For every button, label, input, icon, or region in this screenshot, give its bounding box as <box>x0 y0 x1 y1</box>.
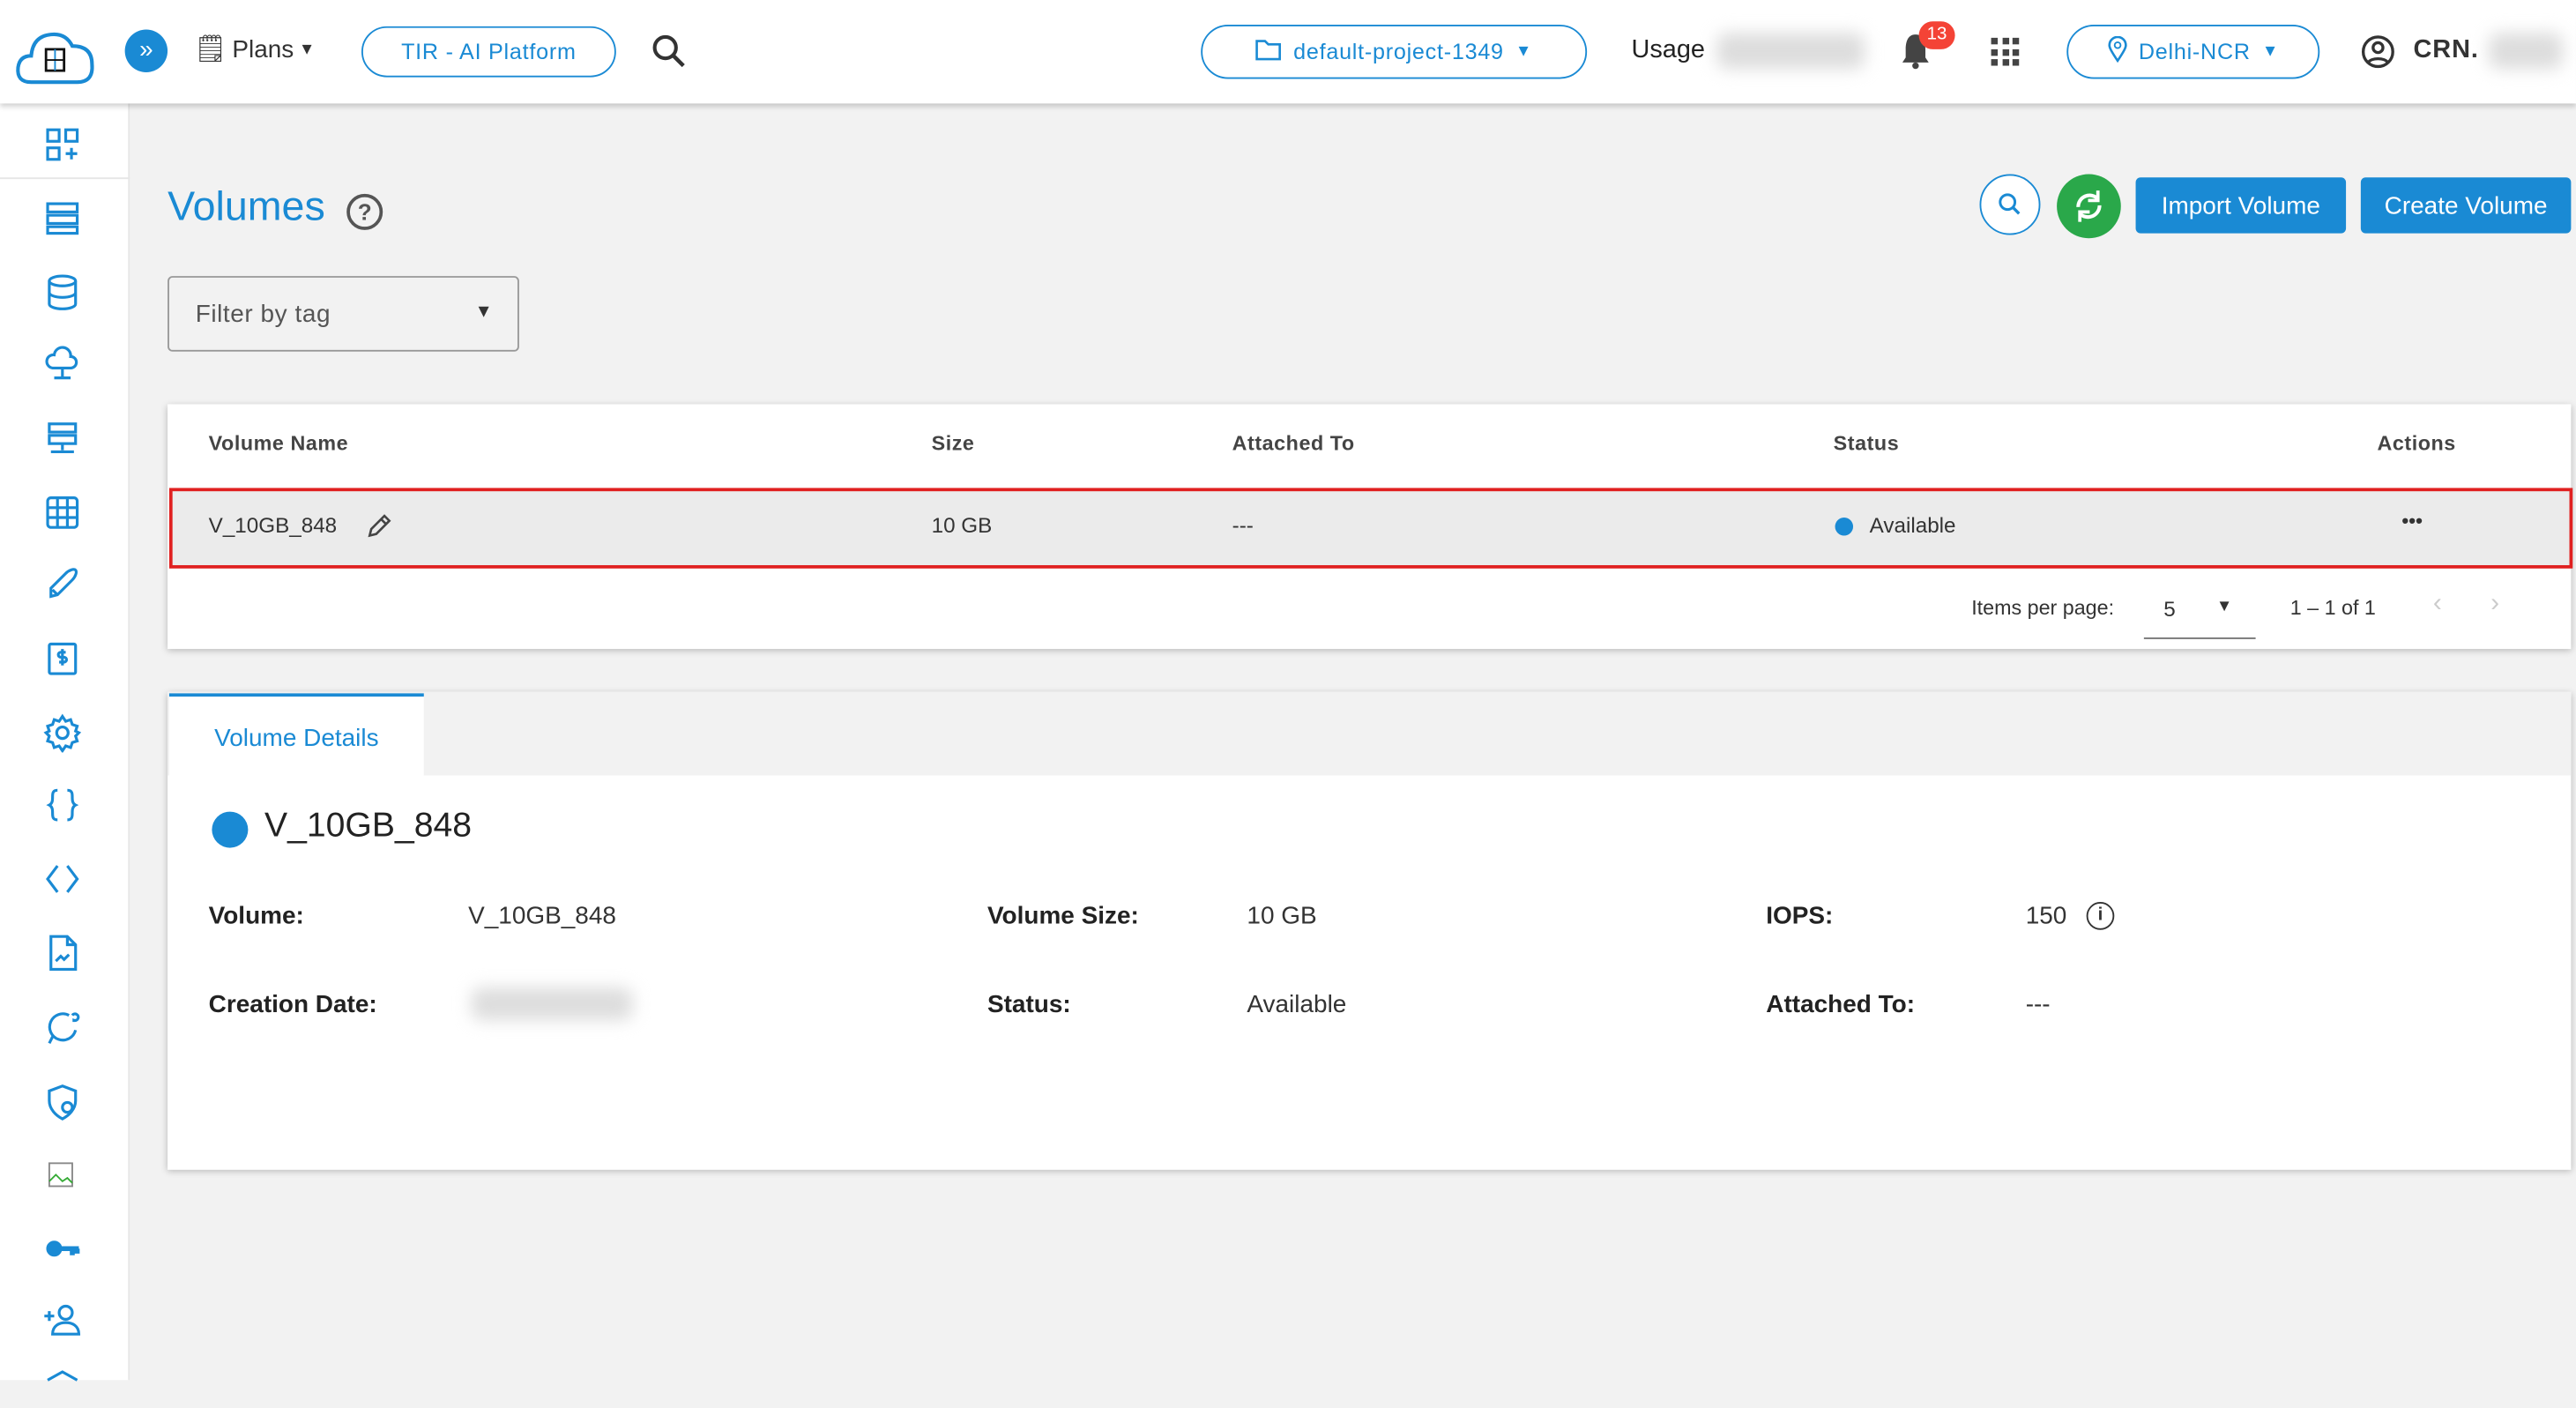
items-per-page-label: Items per page: <box>1971 596 2115 620</box>
volume-label: Volume: <box>208 902 304 930</box>
column-header-volume-name: Volume Name <box>208 432 349 456</box>
tir-platform-button[interactable]: TIR - AI Platform <box>361 26 616 78</box>
dashboard-icon[interactable] <box>42 125 82 165</box>
settings-gear-icon[interactable] <box>42 713 82 754</box>
creation-date-redacted <box>471 987 633 1021</box>
code-icon[interactable] <box>42 860 82 899</box>
sidebar-divider <box>0 177 130 180</box>
attached-to-label: Attached To: <box>1766 990 1916 1019</box>
creation-date-label: Creation Date: <box>208 990 377 1019</box>
search-icon <box>1999 193 2021 215</box>
row-actions-menu-button[interactable]: ••• <box>2401 510 2422 533</box>
user-account-icon[interactable] <box>2361 34 2395 77</box>
iops-value: 150 <box>2025 902 2067 930</box>
location-pin-icon <box>2107 35 2127 67</box>
expand-sidebar-button[interactable]: » <box>124 29 168 72</box>
search-icon[interactable] <box>651 33 687 77</box>
status-value: Available <box>1247 990 1347 1019</box>
page-title: Volumes <box>168 183 325 230</box>
help-icon[interactable]: ? <box>346 193 383 230</box>
attached-to-cell: --- <box>1232 512 1254 538</box>
more-sidebar-icon[interactable] <box>42 1360 82 1400</box>
search-volumes-button[interactable] <box>1979 174 2041 235</box>
filter-by-tag-select[interactable]: Filter by tag ▼ <box>168 276 519 352</box>
status-cell: Available <box>1869 512 1956 538</box>
column-header-status: Status <box>1833 432 1900 456</box>
rocket-icon[interactable] <box>42 565 82 605</box>
plans-menu[interactable]: 🗒 Plans ▼ <box>194 33 315 65</box>
user-name[interactable]: CRN. <box>2413 36 2478 66</box>
security-shield-icon[interactable] <box>42 1083 82 1122</box>
usage-value-redacted <box>1716 33 1865 70</box>
chevron-down-icon: ▼ <box>2261 42 2280 61</box>
add-user-icon[interactable] <box>42 1300 82 1339</box>
tab-volume-details[interactable]: Volume Details <box>168 693 424 778</box>
status-label: Status: <box>986 990 1071 1019</box>
top-header: » 🗒 Plans ▼ TIR - AI Platform default-proj… <box>0 0 2576 104</box>
status-dot <box>212 811 249 848</box>
chevron-down-icon: ▼ <box>474 302 493 323</box>
column-header-attached-to: Attached To <box>1232 432 1355 456</box>
create-volume-button[interactable]: Create Volume <box>2360 177 2572 234</box>
pagination-range: 1 – 1 of 1 <box>2289 596 2376 620</box>
broken-image-icon[interactable] <box>42 1157 82 1196</box>
document-chart-icon[interactable] <box>42 933 82 972</box>
previous-page-button[interactable]: ‹ <box>2433 590 2442 620</box>
volume-name-cell[interactable]: V_10GB_848 <box>209 512 337 537</box>
support-chat-icon[interactable] <box>42 1009 82 1048</box>
status-dot <box>1835 518 1854 536</box>
usage-label[interactable]: Usage <box>1631 36 1705 66</box>
nodes-icon[interactable] <box>42 198 82 238</box>
details-tab-bar <box>168 691 2572 776</box>
project-selector[interactable]: default-project-1349 ▼ <box>1201 24 1588 79</box>
next-page-button[interactable]: › <box>2490 590 2499 620</box>
size-cell: 10 GB <box>931 512 993 538</box>
details-title: V_10GB_848 <box>264 806 473 845</box>
volume-size-value: 10 GB <box>1247 902 1317 930</box>
import-volume-button[interactable]: Import Volume <box>2135 177 2347 234</box>
chevron-down-icon: ▼ <box>298 40 316 59</box>
database-icon[interactable] <box>42 272 82 312</box>
items-per-page-select[interactable]: 5 ▼ <box>2143 584 2256 639</box>
column-header-actions: Actions <box>2377 432 2456 456</box>
refresh-button[interactable] <box>2057 174 2121 239</box>
column-header-size: Size <box>931 432 975 456</box>
cloud-network-icon[interactable] <box>42 345 82 384</box>
chevron-down-icon: ▼ <box>2215 598 2233 616</box>
table-row[interactable] <box>168 488 2573 569</box>
volume-size-label: Volume Size: <box>986 902 1139 930</box>
plans-icon: 🗒 <box>193 35 227 64</box>
iops-label: IOPS: <box>1766 902 1834 930</box>
sidebar <box>0 103 130 1382</box>
curly-braces-icon[interactable] <box>42 786 82 825</box>
user-id-redacted <box>2489 33 2564 70</box>
notification-badge: 13 <box>1918 21 1955 49</box>
ssh-key-icon[interactable] <box>42 1229 82 1269</box>
chevron-down-icon: ▼ <box>1515 42 1533 61</box>
edit-pencil-icon[interactable] <box>365 511 395 549</box>
folder-icon <box>1255 38 1282 66</box>
attached-to-value: --- <box>2025 990 2051 1019</box>
region-selector[interactable]: Delhi-NCR ▼ <box>2066 24 2320 79</box>
refresh-icon <box>2076 190 2102 222</box>
billing-icon[interactable] <box>42 639 82 679</box>
info-icon[interactable]: i <box>2086 902 2115 930</box>
grid-table-icon[interactable] <box>42 493 82 533</box>
apps-grid-icon[interactable] <box>1991 37 2020 66</box>
server-network-icon[interactable] <box>42 419 82 458</box>
volume-value: V_10GB_848 <box>468 902 616 930</box>
e2e-cloud-logo[interactable] <box>15 26 97 89</box>
